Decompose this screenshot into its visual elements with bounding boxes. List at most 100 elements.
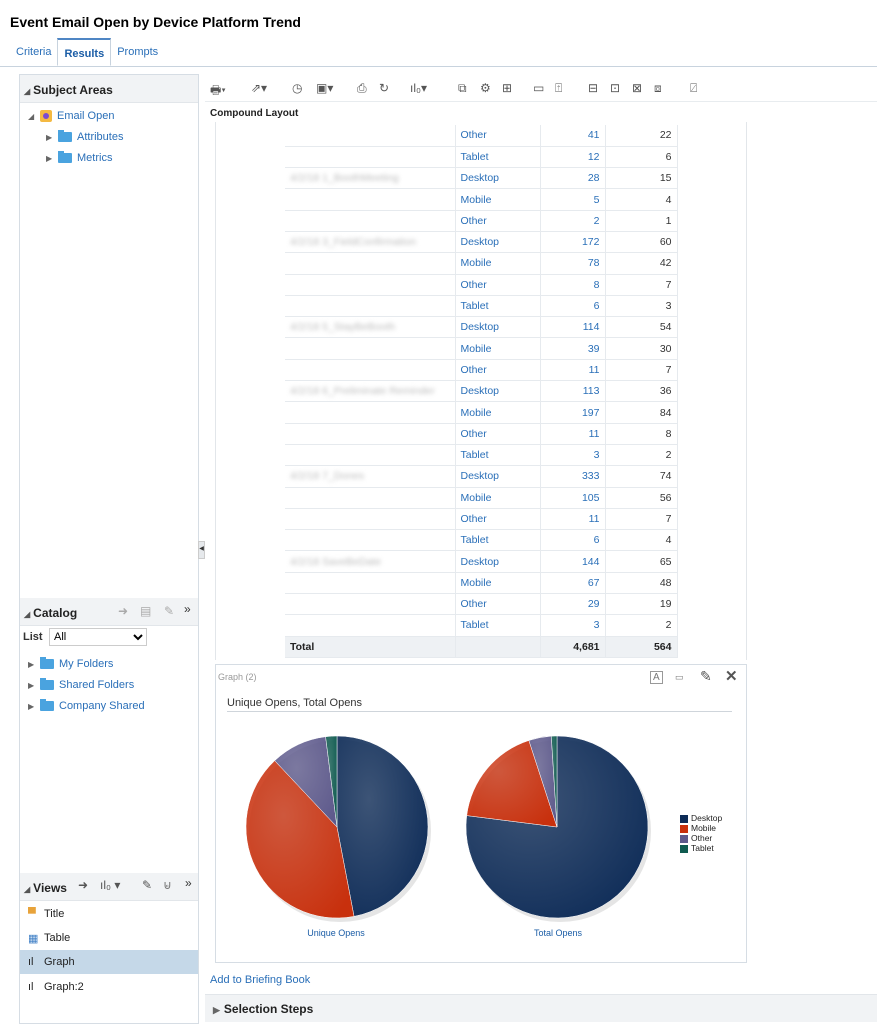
cell-total[interactable]: 65 (605, 550, 678, 573)
cell-total[interactable]: 48 (605, 572, 678, 595)
expand-triangle-icon[interactable]: ▶ (28, 681, 40, 690)
pie-slice-desktop[interactable] (336, 735, 429, 917)
cell-total[interactable]: 42 (605, 252, 678, 275)
cell-total[interactable]: 84 (605, 401, 678, 424)
tree-item-metrics[interactable]: ▶ Metrics (46, 151, 112, 164)
tree-item-attributes[interactable]: ▶ Attributes (46, 130, 123, 143)
view-item-graph[interactable]: ıl Graph (20, 950, 198, 974)
arrow-right-icon[interactable]: ➜ (78, 878, 88, 892)
properties-icon[interactable]: ▤ (140, 604, 151, 618)
layout-icon[interactable]: ⊟ (588, 81, 598, 95)
more-icon[interactable]: » (185, 876, 192, 890)
cell-unique[interactable]: 28 (540, 167, 606, 190)
tab-prompts[interactable]: Prompts (111, 38, 164, 66)
collapse-triangle-icon[interactable]: ◢ (24, 610, 30, 619)
catalog-item-shared-folders[interactable]: ▶ Shared Folders (28, 678, 134, 691)
expand-triangle-icon[interactable]: ▶ (46, 133, 58, 142)
cell-unique[interactable]: 197 (540, 401, 606, 424)
cell-total[interactable]: 7 (605, 508, 678, 531)
new-view-icon[interactable]: ıl₀ ▾ (100, 878, 120, 892)
schedule-icon[interactable]: ◷ (292, 81, 302, 95)
chart-edit-icon[interactable]: ⍁ (690, 81, 697, 96)
cell-unique[interactable]: 29 (540, 593, 606, 616)
cell-unique[interactable]: 41 (540, 125, 606, 147)
cell-platform[interactable]: Tablet (455, 295, 541, 318)
remove-icon[interactable]: ⊌ (163, 878, 172, 892)
cell-platform[interactable]: Tablet (455, 529, 541, 552)
new-view-icon[interactable]: ıl₀▾ (410, 81, 427, 95)
expand-triangle-icon[interactable]: ▶ (28, 702, 40, 711)
cell-unique[interactable]: 11 (540, 508, 606, 531)
prompt-icon[interactable]: ⊡ (610, 81, 620, 95)
cell-unique[interactable]: 6 (540, 295, 606, 318)
export-icon[interactable]: ⇗▾ (251, 81, 267, 95)
cell-unique[interactable]: 3 (540, 444, 606, 467)
cell-total[interactable]: 4 (605, 529, 678, 552)
cell-unique[interactable]: 114 (540, 316, 606, 339)
cell-total[interactable]: 3 (605, 295, 678, 318)
cell-unique[interactable]: 6 (540, 529, 606, 552)
close-icon[interactable]: ✕ (725, 667, 738, 685)
cell-total[interactable]: 74 (605, 465, 678, 488)
selection-steps-bar[interactable]: ▶ Selection Steps (205, 994, 877, 1022)
cell-unique[interactable]: 333 (540, 465, 606, 488)
catalog-item-my-folders[interactable]: ▶ My Folders (28, 657, 113, 670)
catalog-item-company-shared[interactable]: ▶ Company Shared (28, 699, 145, 712)
print-icon[interactable]: 🖶▾ (210, 81, 226, 102)
expanded-triangle-icon[interactable]: ◢ (28, 112, 40, 121)
cell-total[interactable]: 15 (605, 167, 678, 190)
arrow-right-icon[interactable]: ➜ (118, 604, 128, 618)
cell-total[interactable]: 6 (605, 146, 678, 169)
cell-unique[interactable]: 144 (540, 550, 606, 573)
title-edit-icon[interactable]: A (650, 671, 663, 684)
expand-triangle-icon[interactable]: ▶ (213, 1005, 220, 1015)
cell-platform[interactable]: Mobile (455, 572, 541, 595)
edit-icon[interactable]: ✎ (164, 604, 174, 618)
filter-icon[interactable]: ⧉ (458, 81, 467, 96)
cell-total[interactable]: 19 (605, 593, 678, 616)
cell-total[interactable]: 30 (605, 337, 678, 360)
text-icon[interactable]: ▭ (533, 81, 544, 95)
report-icon[interactable]: ⎙ (357, 81, 367, 96)
cell-total[interactable]: 22 (605, 125, 678, 147)
cell-platform[interactable]: Desktop (455, 316, 541, 339)
cell-unique[interactable]: 67 (540, 572, 606, 595)
tab-criteria[interactable]: Criteria (10, 38, 57, 66)
calc-icon[interactable]: ⊞ (502, 81, 512, 95)
add-to-briefing-book-link[interactable]: Add to Briefing Book (210, 974, 310, 986)
cell-unique[interactable]: 11 (540, 359, 606, 382)
catalog-list-select[interactable]: All (49, 628, 147, 646)
cell-platform[interactable]: Other (455, 508, 541, 531)
cell-unique[interactable]: 5 (540, 188, 606, 211)
edit-icon[interactable]: ✎ (142, 878, 152, 892)
cell-unique[interactable]: 8 (540, 274, 606, 296)
cell-platform[interactable]: Other (455, 125, 541, 147)
expand-triangle-icon[interactable]: ▶ (46, 154, 58, 163)
cell-platform[interactable]: Tablet (455, 444, 541, 467)
edit-icon[interactable]: ✎ (700, 668, 712, 685)
collapse-triangle-icon[interactable]: ◢ (24, 885, 30, 894)
view-item-table[interactable]: ▦ Table (20, 926, 198, 950)
cell-total[interactable]: 8 (605, 423, 678, 445)
cell-total[interactable]: 56 (605, 487, 678, 509)
properties-icon[interactable]: ▭ (675, 672, 684, 683)
cell-platform[interactable]: Desktop (455, 231, 541, 254)
split-icon[interactable]: ⧈ (654, 81, 662, 96)
cell-platform[interactable]: Mobile (455, 188, 541, 211)
expand-triangle-icon[interactable]: ▶ (28, 660, 40, 669)
cell-platform[interactable]: Mobile (455, 337, 541, 360)
cell-unique[interactable]: 105 (540, 487, 606, 509)
cell-total[interactable]: 54 (605, 316, 678, 339)
cell-platform[interactable]: Mobile (455, 252, 541, 275)
cell-total[interactable]: 7 (605, 359, 678, 382)
refresh-icon[interactable]: ↻ (379, 81, 389, 95)
cell-total[interactable]: 1 (605, 210, 678, 232)
save-icon[interactable]: ▣▾ (316, 81, 333, 95)
tab-results[interactable]: Results (57, 38, 112, 66)
cell-unique[interactable]: 113 (540, 380, 606, 403)
cell-platform[interactable]: Desktop (455, 167, 541, 190)
cell-unique[interactable]: 11 (540, 423, 606, 445)
cell-platform[interactable]: Other (455, 274, 541, 296)
collapse-pane-button[interactable]: ◀ (198, 541, 205, 559)
cell-platform[interactable]: Desktop (455, 550, 541, 573)
